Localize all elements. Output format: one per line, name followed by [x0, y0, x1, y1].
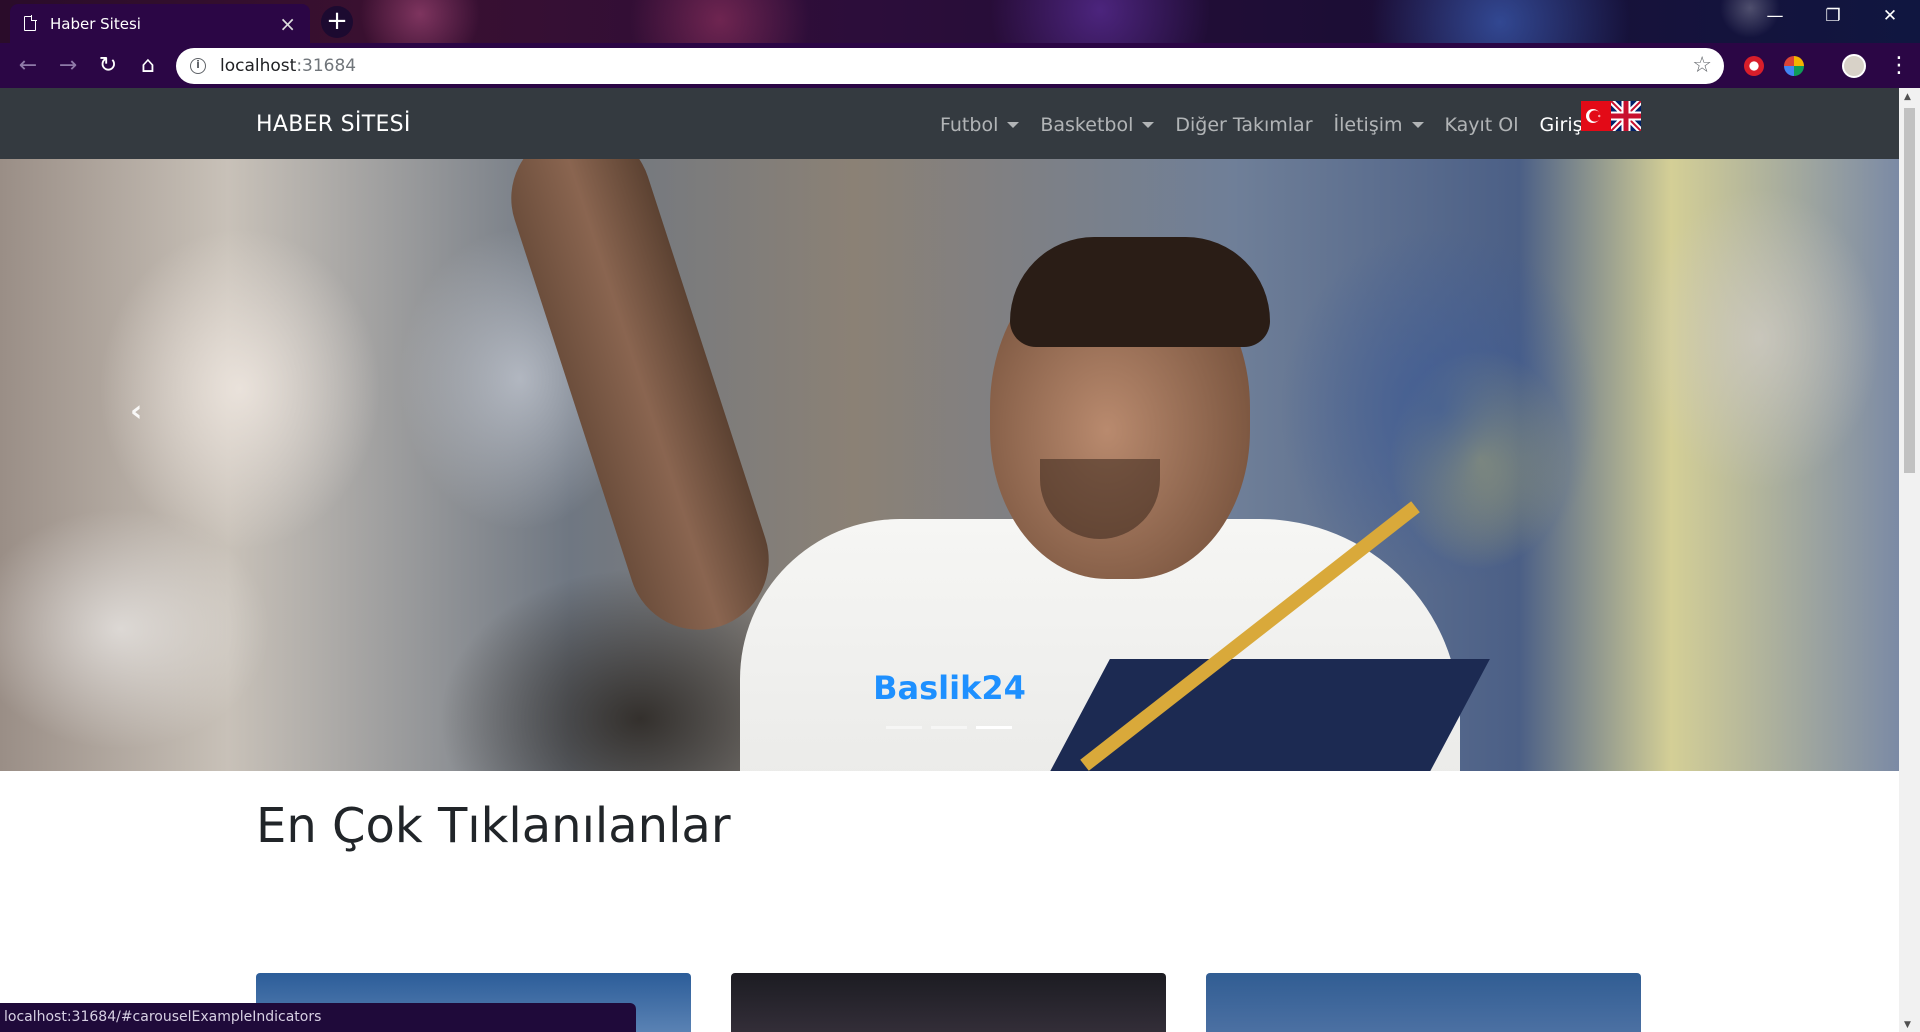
new-tab-button[interactable]: +: [321, 6, 353, 38]
nav-label: Diğer Takımlar: [1175, 114, 1313, 136]
page-scrollbar[interactable]: ▲ ▼: [1899, 88, 1920, 1032]
reload-icon[interactable]: ↻: [94, 52, 122, 80]
chevron-down-icon: [1007, 122, 1020, 128]
nav-label: Kayıt Ol: [1444, 114, 1519, 136]
status-url-bubble: localhost:31684/#carouselExampleIndicato…: [0, 1003, 636, 1032]
adblock-extension-icon[interactable]: [1744, 56, 1764, 76]
site-brand[interactable]: HABER SİTESİ: [256, 112, 411, 137]
news-carousel: ‹ Baslik24: [0, 159, 1899, 771]
carousel-caption[interactable]: Baslik24: [0, 669, 1899, 707]
news-card[interactable]: [1206, 973, 1641, 1032]
carousel-indicator[interactable]: [931, 726, 967, 729]
carousel-prev-icon[interactable]: ‹: [130, 394, 142, 429]
site-navbar: HABER SİTESİ Futbol Basketbol Diğer Takı…: [0, 88, 1899, 159]
page-viewport: HABER SİTESİ Futbol Basketbol Diğer Takı…: [0, 88, 1899, 1032]
nav-item-kayit-ol[interactable]: Kayıt Ol: [1445, 114, 1519, 136]
home-icon[interactable]: ⌂: [134, 52, 162, 80]
back-icon[interactable]: ←: [14, 52, 42, 80]
browser-toolbar: ← → ↻ ⌂ i localhost:31684 ☆ ⋮: [0, 43, 1920, 88]
turkey-flag-icon[interactable]: [1581, 101, 1611, 131]
nav-label: Giriş: [1539, 114, 1583, 136]
nav-item-basketbol[interactable]: Basketbol: [1040, 114, 1155, 136]
nav-label: Basketbol: [1040, 114, 1134, 136]
address-bar[interactable]: i localhost:31684 ☆: [176, 48, 1724, 84]
carousel-indicator[interactable]: [886, 726, 922, 729]
minimize-button[interactable]: —: [1755, 6, 1795, 26]
scroll-up-icon[interactable]: ▲: [1904, 92, 1911, 102]
extension-icon[interactable]: [1784, 56, 1804, 76]
carousel-image-player-hair: [1010, 237, 1270, 347]
close-tab-icon[interactable]: ×: [279, 14, 296, 34]
nav-item-iletisim[interactable]: İletişim: [1334, 114, 1424, 136]
browser-menu-icon[interactable]: ⋮: [1888, 52, 1910, 80]
bookmark-star-icon[interactable]: ☆: [1692, 53, 1712, 78]
section-title: En Çok Tıklanılanlar: [256, 798, 731, 854]
chevron-down-icon: [1411, 122, 1424, 128]
url-host: localhost: [220, 56, 297, 76]
carousel-indicator-active[interactable]: [976, 726, 1012, 729]
browser-title-bar: Haber Sitesi × + — ❐ ✕: [0, 0, 1920, 43]
uk-flag-icon[interactable]: [1611, 101, 1641, 131]
url-port: :31684: [296, 56, 357, 76]
window-close-button[interactable]: ✕: [1870, 6, 1910, 26]
scroll-thumb[interactable]: [1904, 108, 1915, 473]
nav-label: Futbol: [940, 114, 999, 136]
nav-label: İletişim: [1333, 114, 1403, 136]
news-card[interactable]: [731, 973, 1166, 1032]
nav-item-diger-takimlar[interactable]: Diğer Takımlar: [1175, 114, 1312, 136]
site-info-icon[interactable]: i: [190, 58, 206, 74]
profile-avatar[interactable]: [1842, 54, 1866, 78]
browser-tab[interactable]: Haber Sitesi ×: [10, 4, 310, 43]
forward-icon[interactable]: →: [54, 52, 82, 80]
restore-button[interactable]: ❐: [1813, 6, 1853, 26]
carousel-indicators: [886, 726, 1021, 729]
scroll-down-icon[interactable]: ▼: [1904, 1020, 1911, 1030]
page-icon: [24, 15, 37, 31]
tab-title: Haber Sitesi: [50, 14, 141, 33]
nav-item-futbol[interactable]: Futbol: [940, 114, 1020, 136]
language-flags: [1581, 101, 1641, 131]
chevron-down-icon: [1142, 122, 1155, 128]
nav-menu: Futbol Basketbol Diğer Takımlar İletişim…: [940, 114, 1625, 136]
